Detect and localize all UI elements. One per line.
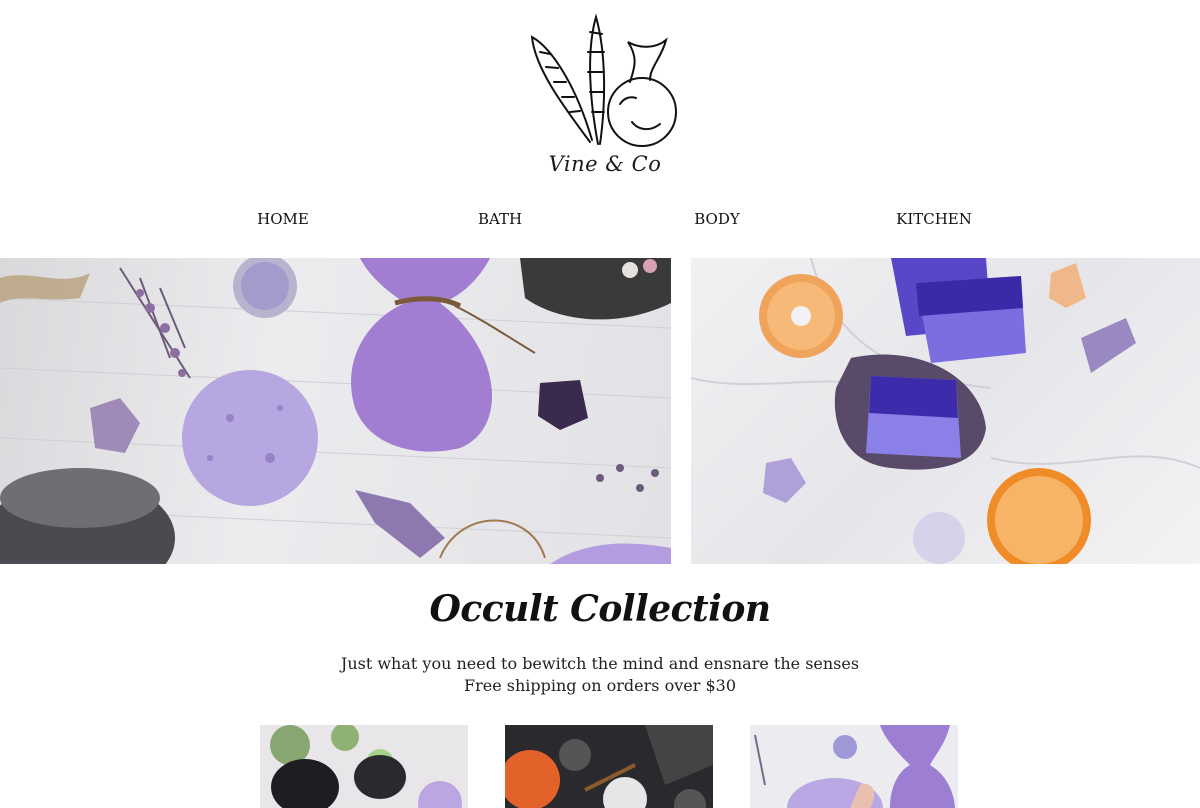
main-nav: HOME BATH BODY KITCHEN [0,210,1200,234]
collection-title: Occult Collection [429,588,771,630]
product-card-1[interactable] [260,725,468,808]
collection-tagline: Just what you need to bewitch the mind a… [340,654,860,673]
nav-home[interactable]: HOME [203,210,363,228]
soap-products-photo [691,258,1200,564]
brand-name: Vine & Co [548,152,662,176]
product-card-2[interactable] [505,725,713,808]
nav-kitchen[interactable]: KITCHEN [854,210,1014,228]
product-card-3[interactable] [750,725,958,808]
shipping-notice: Free shipping on orders over $30 [463,676,736,695]
product-image-2 [505,725,713,808]
nav-bath[interactable]: BATH [420,210,580,228]
product-image-3 [750,725,958,808]
hero-image-bath[interactable] [0,258,671,564]
logo-illustration [530,13,677,147]
product-image-1 [260,725,468,808]
nav-body[interactable]: BODY [637,210,797,228]
hero-image-soap[interactable] [691,258,1200,564]
bath-products-photo [0,258,671,564]
brand-logo[interactable]: Vine & Co [520,12,690,182]
